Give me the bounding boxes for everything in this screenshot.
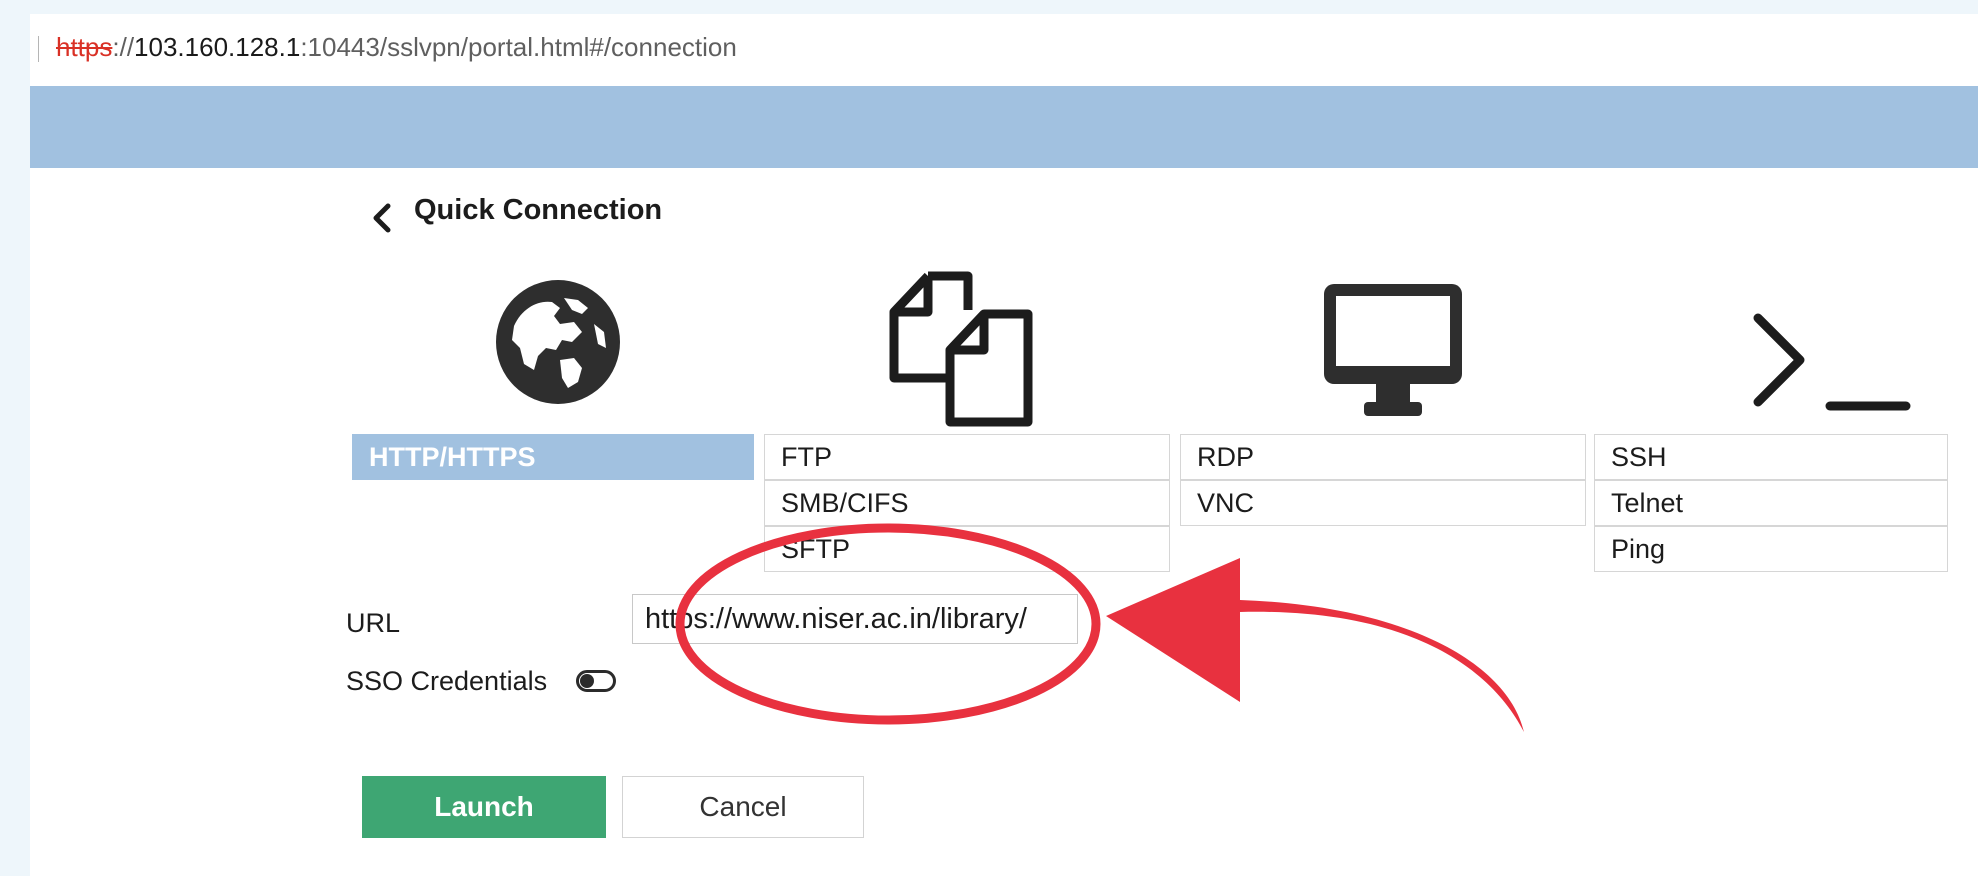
protocol-sftp[interactable]: SFTP bbox=[764, 526, 1170, 572]
page-title: Quick Connection bbox=[414, 194, 663, 226]
url-scheme-separator: :// bbox=[112, 32, 135, 62]
portal-header bbox=[30, 86, 1978, 168]
terminal-icon[interactable] bbox=[1752, 310, 1912, 416]
protocol-http-https[interactable]: HTTP/HTTPS bbox=[352, 434, 754, 480]
protocol-ping[interactable]: Ping bbox=[1594, 526, 1948, 572]
launch-button[interactable]: Launch bbox=[362, 776, 606, 838]
protocol-rdp[interactable]: RDP bbox=[1180, 434, 1586, 480]
url-label: URL bbox=[346, 608, 401, 638]
url-path: :10443/sslvpn/portal.html#/connection bbox=[300, 32, 737, 62]
back-chevron-icon[interactable] bbox=[362, 198, 402, 238]
files-icon[interactable] bbox=[888, 270, 1038, 430]
protocol-ssh[interactable]: SSH bbox=[1594, 434, 1948, 480]
toggle-knob bbox=[580, 674, 594, 688]
address-bar[interactable]: https://103.160.128.1:10443/sslvpn/porta… bbox=[30, 14, 1978, 86]
protocol-telnet[interactable]: Telnet bbox=[1594, 480, 1948, 526]
sso-credentials-label: SSO Credentials bbox=[346, 666, 548, 696]
address-divider bbox=[38, 36, 39, 62]
protocol-vnc[interactable]: VNC bbox=[1180, 480, 1586, 526]
address-url[interactable]: https://103.160.128.1:10443/sslvpn/porta… bbox=[56, 32, 737, 63]
url-scheme: https bbox=[56, 32, 113, 62]
protocol-smb-cifs[interactable]: SMB/CIFS bbox=[764, 480, 1170, 526]
protocol-ftp[interactable]: FTP bbox=[764, 434, 1170, 480]
monitor-icon[interactable] bbox=[1320, 280, 1466, 422]
sso-credentials-toggle[interactable] bbox=[576, 670, 616, 692]
url-host: 103.160.128.1 bbox=[134, 32, 301, 62]
cancel-button[interactable]: Cancel bbox=[622, 776, 864, 838]
globe-icon[interactable] bbox=[494, 278, 622, 406]
url-input[interactable] bbox=[632, 594, 1078, 644]
